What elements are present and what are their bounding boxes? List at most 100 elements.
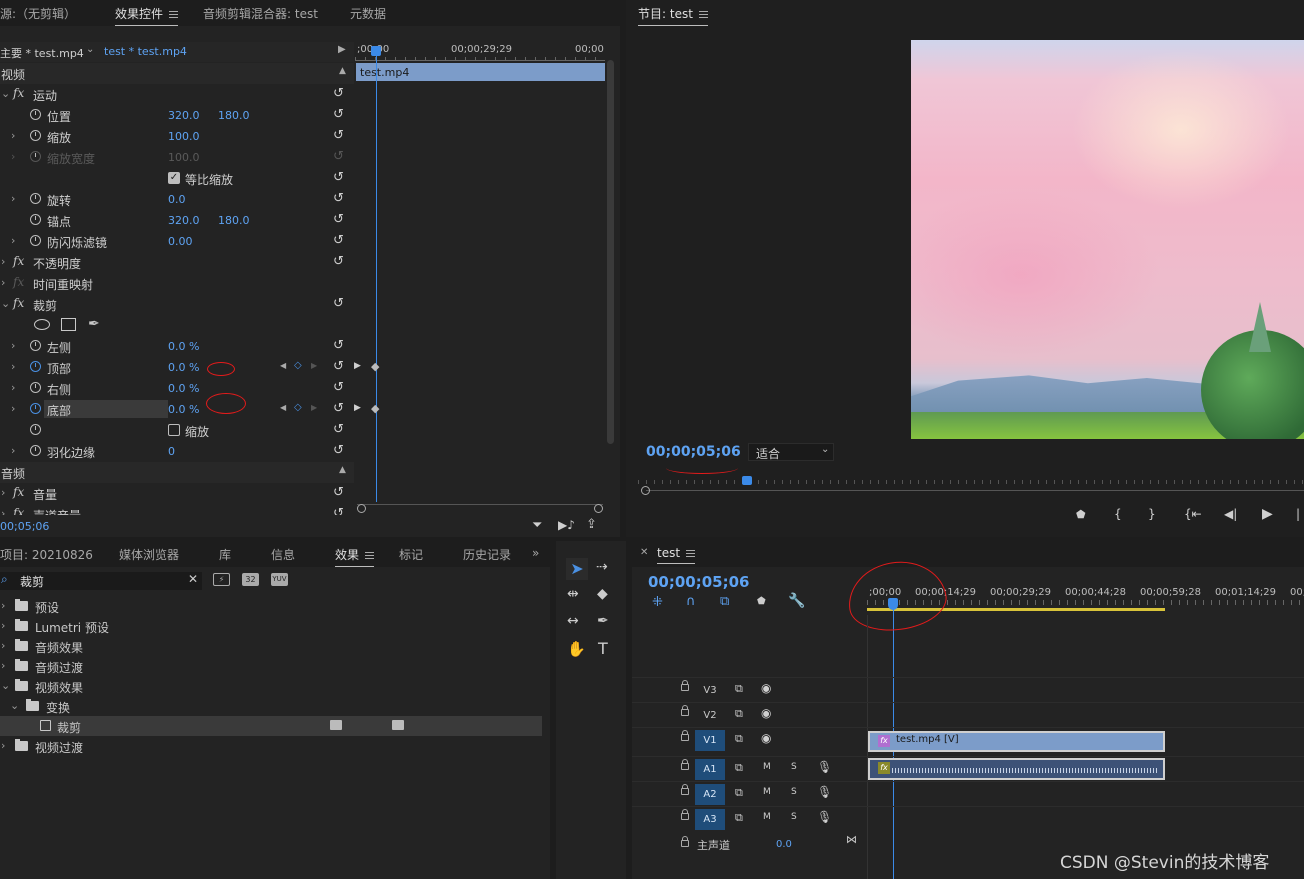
ec-vertical-scrollbar[interactable] [607,60,614,444]
lock-icon[interactable] [681,836,689,847]
tree-item-crop[interactable]: 裁剪 [0,716,542,736]
add-keyframe-icon[interactable]: ◇ [294,360,302,371]
tab-effects[interactable]: 效果 [335,546,375,567]
reset-icon[interactable]: ↺ [333,380,344,395]
track-target-a2[interactable]: A2 [695,784,725,805]
rectangle-mask-icon[interactable] [61,318,76,331]
chevron-down-icon[interactable]: ⌄ [1,679,10,692]
chevron-down-icon[interactable]: ⌄ [1,87,10,100]
yuv-effects-icon[interactable]: YUV [271,573,288,586]
zoom-handle-left[interactable] [357,504,366,513]
ripple-edit-tool-icon[interactable]: ⇹ [567,586,579,602]
chevron-down-icon[interactable]: ⌄ [86,44,94,55]
next-keyframe-icon[interactable]: ▶ [311,403,317,412]
tab-markers[interactable]: 标记 [399,546,423,563]
pen-tool-icon[interactable]: ✒ [597,613,609,629]
anti-flicker-value[interactable]: 0.00 [168,235,193,248]
chevron-right-icon[interactable]: › [11,381,15,394]
chevron-right-icon[interactable]: › [11,339,15,352]
tree-item-presets[interactable]: › 预设 [0,596,542,616]
stopwatch-icon[interactable] [30,382,41,393]
sync-lock-icon[interactable]: ⧉ [735,682,743,696]
crop-bottom-value[interactable]: 0.0 % [168,403,199,416]
stopwatch-icon[interactable] [30,340,41,351]
panel-menu-icon[interactable] [365,552,375,559]
timeline-timecode[interactable]: 00;00;05;06 [648,573,750,591]
panel-menu-icon[interactable] [169,11,179,18]
chevron-down-icon[interactable]: ⌄ [1,297,10,310]
microphone-icon[interactable]: 🎙 [817,810,832,824]
sync-lock-icon[interactable]: ⧉ [735,732,743,746]
rotation-value[interactable]: 0.0 [168,193,186,206]
reset-icon[interactable]: ↺ [333,296,344,311]
add-marker-icon[interactable]: ⬟ [1076,508,1086,521]
next-keyframe-icon[interactable]: ▶ [311,361,317,370]
tab-info[interactable]: 信息 [271,546,295,563]
track-target-a3[interactable]: A3 [695,809,725,830]
sync-lock-icon[interactable]: ⧉ [735,761,743,775]
program-timecode[interactable]: 00;00;05;06 [646,444,741,460]
microphone-icon[interactable]: 🎙 [817,785,832,799]
play-only-arrow-icon[interactable]: ▶ [338,44,346,55]
accelerated-effects-icon[interactable]: ⚡ [213,573,230,586]
reset-icon[interactable]: ↺ [333,338,344,353]
ec-timecode[interactable]: 00;05;06 [0,520,49,533]
chevron-right-icon[interactable]: › [11,402,15,415]
export-icon[interactable]: ⇪ [586,517,597,532]
track-target-v3[interactable]: V3 [695,680,725,701]
prev-keyframe-icon[interactable]: ◀ [280,361,286,370]
lock-icon[interactable] [681,680,689,691]
close-sequence-icon[interactable]: ✕ [640,547,648,558]
reset-icon[interactable]: ↺ [333,86,344,101]
slip-tool-icon[interactable]: ↔ [567,613,579,629]
filter-icon[interactable]: ⏷ [532,518,542,533]
keyframe-expand-icon[interactable]: ▶ [354,403,361,413]
chevron-right-icon[interactable]: › [1,486,5,499]
clip-label[interactable]: test * test.mp4 [104,45,187,58]
volume-row[interactable]: › fx 音量 ↺ [0,483,354,504]
stopwatch-icon[interactable] [30,193,41,204]
reset-icon[interactable]: ↺ [333,506,344,515]
position-y-value[interactable]: 180.0 [218,109,250,122]
tab-source[interactable]: 源:（无剪辑） [0,5,76,22]
go-to-in-icon[interactable]: {⇤ [1184,507,1202,521]
program-scrub-bar[interactable] [638,476,1304,495]
reset-icon[interactable]: ↺ [333,443,344,458]
solo-button[interactable]: S [791,812,797,822]
tab-effect-controls[interactable]: 效果控件 [115,5,179,26]
keyframe-expand-icon[interactable]: ▶ [354,361,361,371]
mute-button[interactable]: M [763,762,771,772]
reset-icon[interactable]: ↺ [333,401,344,416]
ellipse-mask-icon[interactable] [34,319,50,330]
chevron-right-icon[interactable]: › [1,507,5,515]
reset-icon[interactable]: ↺ [333,170,344,185]
motion-row[interactable]: ⌄ fx 运动 ↺ [0,84,354,105]
feather-value[interactable]: 0 [168,445,175,458]
more-panels-icon[interactable]: » [532,546,539,560]
reset-icon[interactable]: ↺ [333,128,344,143]
reset-icon[interactable]: ↺ [333,212,344,227]
lock-icon[interactable] [681,705,689,716]
eye-icon[interactable]: ◉ [761,681,771,695]
eye-icon[interactable]: ◉ [761,731,771,745]
fit-dropdown[interactable]: 适合 ⌄ [748,443,834,461]
add-marker-icon[interactable]: ⬟ [757,596,766,607]
fx-icon[interactable]: fx [13,485,24,499]
step-forward-icon[interactable]: | [1296,507,1300,521]
video-clip[interactable]: fx test.mp4 [V] [868,731,1165,752]
ec-zoom-scrollbar[interactable] [357,504,603,513]
step-back-icon[interactable]: ◀| [1224,507,1237,521]
clear-search-icon[interactable]: ✕ [188,572,198,586]
uniform-scale-checkbox[interactable]: ✓ [168,172,180,184]
chevron-right-icon[interactable]: › [1,739,5,752]
solo-button[interactable]: S [791,762,797,772]
effects-search-input[interactable]: 裁剪 [20,573,44,590]
chevron-right-icon[interactable]: › [1,599,5,612]
panel-menu-icon[interactable] [698,11,708,18]
master-clip-label[interactable]: 主要 * test.mp4 [0,45,84,61]
scrub-in-handle[interactable] [641,486,650,495]
chevron-right-icon[interactable]: › [11,129,15,142]
lock-icon[interactable] [681,730,689,741]
reset-icon[interactable]: ↺ [333,191,344,206]
fx-icon[interactable]: fx [13,254,24,268]
